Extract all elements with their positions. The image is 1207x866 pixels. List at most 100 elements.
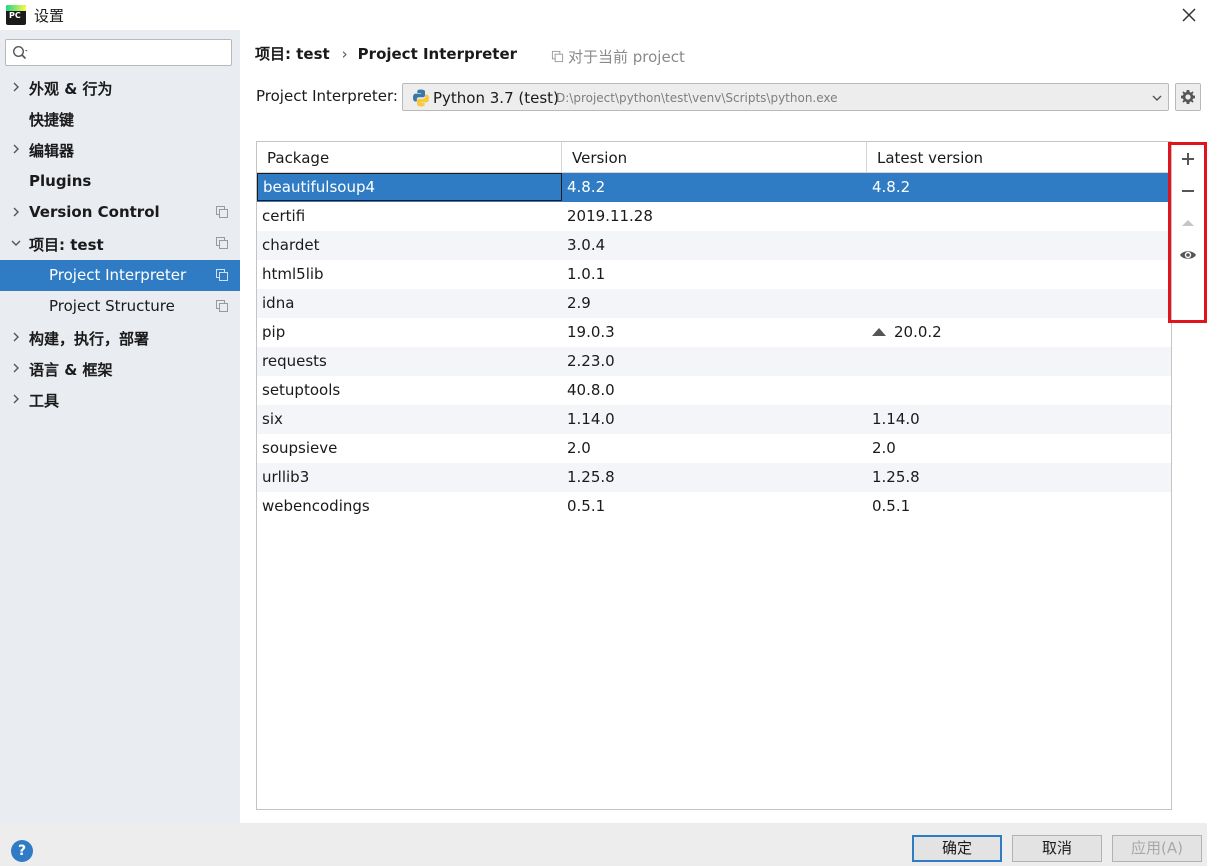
package-version: 2.9	[567, 294, 591, 312]
package-name: pip	[262, 323, 286, 341]
sidebar-item-label: Plugins	[29, 172, 92, 190]
show-early-releases-button[interactable]	[1178, 245, 1198, 265]
interpreter-dropdown[interactable]: Python 3.7 (test) D:\project\python\test…	[402, 83, 1169, 111]
project-scope-icon	[216, 269, 228, 281]
chevron-right-icon[interactable]	[10, 362, 22, 374]
package-latest: 0.5.1	[872, 497, 911, 515]
sidebar-item-project[interactable]: 项目: test	[0, 228, 240, 259]
minus-icon	[1182, 190, 1194, 192]
sidebar-item-label: Project Interpreter	[49, 266, 187, 284]
chevron-down-icon[interactable]	[1151, 92, 1163, 104]
sidebar-item-label: 编辑器	[29, 142, 75, 160]
table-row[interactable]: chardet 3.0.4	[257, 231, 1171, 260]
sidebar-item-version-control[interactable]: Version Control	[0, 197, 240, 228]
sidebar-item-plugins[interactable]: Plugins	[0, 166, 240, 197]
chevron-down-icon[interactable]	[10, 237, 22, 249]
package-version: 4.8.2	[567, 178, 606, 196]
sidebar-item-label: Project Structure	[49, 297, 175, 315]
cancel-button[interactable]: 取消	[1012, 835, 1102, 862]
project-scope-icon	[216, 300, 228, 312]
scope-note: 对于当前 project	[551, 46, 685, 67]
package-name: idna	[262, 294, 295, 312]
window-title: 设置	[34, 7, 65, 25]
sidebar-item-editor[interactable]: 编辑器	[0, 134, 240, 165]
sidebar-item-build[interactable]: 构建，执行，部署	[0, 322, 240, 353]
install-package-button[interactable]	[1178, 149, 1198, 169]
package-version: 2.23.0	[567, 352, 615, 370]
breadcrumb: 项目: test › Project Interpreter	[255, 43, 517, 65]
table-row[interactable]: html5lib 1.0.1	[257, 260, 1171, 289]
title-bar: PC 设置	[0, 0, 1207, 30]
table-row[interactable]: webencodings 0.5.1 0.5.1	[257, 492, 1171, 521]
table-row[interactable]: beautifulsoup4 4.8.2 4.8.2	[257, 173, 1171, 202]
table-row[interactable]: urllib3 1.25.8 1.25.8	[257, 463, 1171, 492]
sidebar-item-tools[interactable]: 工具	[0, 384, 240, 415]
upgrade-icon	[1182, 220, 1194, 226]
table-row[interactable]: requests 2.23.0	[257, 347, 1171, 376]
settings-search[interactable]	[5, 39, 232, 66]
settings-sidebar: 外观 & 行为 快捷键 编辑器 Plugins Version Control …	[0, 30, 240, 823]
interpreter-label: Project Interpreter:	[256, 87, 398, 105]
package-name: setuptools	[262, 381, 341, 399]
package-version: 3.0.4	[567, 236, 606, 254]
sidebar-item-project-structure[interactable]: Project Structure	[0, 291, 240, 322]
sidebar-item-label: 构建，执行，部署	[29, 330, 150, 348]
project-scope-icon	[216, 237, 228, 249]
uninstall-package-button[interactable]	[1178, 181, 1198, 201]
chevron-right-icon[interactable]	[10, 81, 22, 93]
upgrade-package-button[interactable]	[1178, 213, 1198, 233]
package-version: 40.8.0	[567, 381, 615, 399]
package-name: urllib3	[262, 468, 310, 486]
package-version: 1.14.0	[567, 410, 615, 428]
packages-table: Package Version Latest version beautiful…	[256, 141, 1172, 810]
plus-icon	[1182, 153, 1194, 165]
help-button[interactable]: ?	[11, 840, 33, 862]
package-name: soupsieve	[262, 439, 338, 457]
project-scope-icon	[216, 206, 228, 218]
sidebar-item-project-interpreter[interactable]: Project Interpreter	[0, 260, 240, 291]
project-scope-icon	[551, 50, 564, 63]
ok-button[interactable]: 确定	[912, 835, 1002, 862]
sidebar-item-label: 外观 & 行为	[29, 80, 113, 98]
sidebar-item-keymap[interactable]: 快捷键	[0, 103, 240, 134]
chevron-right-icon[interactable]	[10, 143, 22, 155]
column-header-latest-version[interactable]: Latest version	[867, 142, 1171, 173]
package-version: 2019.11.28	[567, 207, 653, 225]
package-toolbar	[1168, 142, 1207, 323]
upgrade-available-icon	[872, 328, 886, 336]
package-name: requests	[262, 352, 327, 370]
search-input[interactable]	[34, 43, 224, 62]
sidebar-item-label: 快捷键	[29, 111, 75, 129]
column-header-version[interactable]: Version	[562, 142, 867, 173]
package-version: 0.5.1	[567, 497, 606, 515]
package-name: six	[262, 410, 283, 428]
close-button[interactable]	[1178, 4, 1200, 26]
eye-icon	[1180, 251, 1196, 259]
gear-icon	[1181, 90, 1195, 104]
sidebar-item-label: 项目: test	[29, 236, 104, 254]
interpreter-settings-button[interactable]	[1175, 83, 1201, 111]
apply-button[interactable]: 应用(A)	[1112, 835, 1202, 862]
table-row[interactable]: certifi 2019.11.28	[257, 202, 1171, 231]
interpreter-path: D:\project\python\test\venv\Scripts\pyth…	[556, 91, 838, 105]
scope-note-text: 对于当前 project	[568, 48, 685, 66]
table-row[interactable]: idna 2.9	[257, 289, 1171, 318]
table-row[interactable]: six 1.14.0 1.14.0	[257, 405, 1171, 434]
table-row[interactable]: soupsieve 2.0 2.0	[257, 434, 1171, 463]
chevron-right-icon[interactable]	[10, 331, 22, 343]
sidebar-item-appearance[interactable]: 外观 & 行为	[0, 72, 240, 103]
package-version: 19.0.3	[567, 323, 615, 341]
chevron-right-icon[interactable]	[10, 206, 22, 218]
package-version: 1.25.8	[567, 468, 615, 486]
chevron-right-icon[interactable]	[10, 393, 22, 405]
dialog-footer: ? 确定 取消 应用(A)	[0, 823, 1207, 866]
table-row[interactable]: pip 19.0.3 20.0.2	[257, 318, 1171, 347]
sidebar-item-label: 工具	[29, 392, 60, 410]
table-row[interactable]: setuptools 40.8.0	[257, 376, 1171, 405]
sidebar-item-languages[interactable]: 语言 & 框架	[0, 353, 240, 384]
column-header-package[interactable]: Package	[257, 142, 562, 173]
package-latest: 1.25.8	[872, 468, 920, 486]
sidebar-item-label: 语言 & 框架	[29, 361, 113, 379]
breadcrumb-current: Project Interpreter	[357, 45, 518, 63]
package-version: 2.0	[567, 439, 591, 457]
